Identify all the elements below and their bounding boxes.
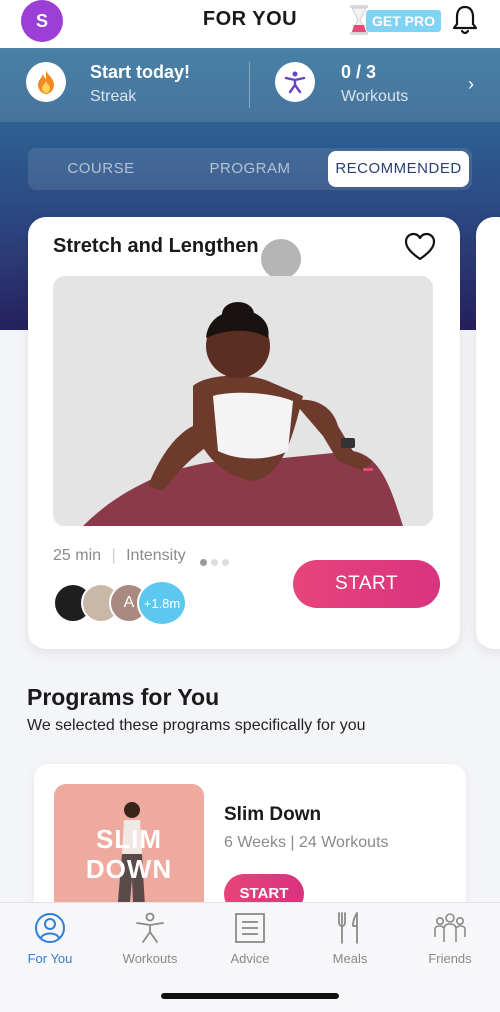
nav-label: Workouts — [122, 951, 178, 966]
participant-count: +1.8m — [143, 595, 181, 611]
workout-photo — [53, 276, 433, 526]
workout-title: Stretch and Lengthen — [53, 235, 259, 257]
nav-workouts[interactable]: Workouts — [100, 911, 200, 966]
program-card[interactable]: SLIM DOWN Slim Down 6 Weeks | 24 Workout… — [34, 764, 466, 924]
top-header: S FOR YOU GET PRO — [0, 0, 500, 48]
program-thumb-label: SLIM DOWN — [85, 824, 173, 884]
for-you-icon — [35, 913, 65, 943]
featured-workout-card[interactable]: Stretch and Lengthen 25 min | Intensity — [28, 217, 460, 649]
stats-divider — [249, 62, 250, 108]
heart-icon[interactable] — [404, 232, 436, 262]
participant-avatars[interactable]: A +1.8m — [53, 580, 193, 626]
chevron-right-icon: › — [468, 74, 474, 94]
streak-label: Streak — [90, 88, 137, 105]
person-workout-icon — [275, 62, 315, 102]
meals-icon — [338, 912, 358, 944]
intensity-dots — [200, 553, 233, 571]
workout-meta: 25 min | Intensity — [53, 547, 186, 565]
get-pro-button[interactable]: GET PRO — [348, 4, 442, 36]
participant-initial: A — [123, 594, 135, 611]
start-workout-button[interactable]: START — [293, 560, 440, 608]
meta-separator: | — [111, 547, 116, 564]
nav-label: For You — [27, 951, 73, 966]
intensity-dot — [222, 559, 229, 566]
bell-icon[interactable] — [450, 4, 480, 36]
next-card-peek[interactable] — [476, 217, 500, 649]
woman-stretching-illustration — [53, 276, 433, 526]
get-pro-label: GET PRO — [366, 10, 442, 32]
workout-duration: 25 min — [53, 547, 102, 564]
nav-label: Meals — [332, 951, 368, 966]
tab-course[interactable]: COURSE — [28, 148, 174, 190]
workouts-label: Workouts — [341, 88, 409, 105]
intensity-label: Intensity — [126, 547, 186, 564]
flame-icon — [26, 62, 66, 102]
participant-count-badge: +1.8m — [137, 580, 187, 626]
nav-advice[interactable]: Advice — [200, 911, 300, 966]
stats-bar[interactable]: Start today! Streak 0 / 3 Workouts › — [0, 48, 500, 122]
touch-indicator — [261, 239, 301, 279]
workouts-icon — [136, 912, 164, 943]
advice-icon — [235, 913, 265, 943]
program-name: Slim Down — [224, 804, 322, 825]
intensity-dot — [211, 559, 218, 566]
programs-section-title: Programs for You — [27, 684, 220, 710]
nav-label: Friends — [428, 951, 472, 966]
tab-recommended[interactable]: RECOMMENDED — [328, 151, 469, 187]
program-meta: 6 Weeks | 24 Workouts — [224, 834, 389, 851]
streak-main-text: Start today! — [90, 62, 191, 82]
friends-icon — [434, 913, 466, 942]
home-indicator[interactable] — [161, 993, 339, 999]
workouts-count: 0 / 3 — [341, 62, 377, 82]
programs-section-subtitle: We selected these programs specifically … — [27, 717, 366, 734]
nav-for-you[interactable]: For You — [0, 911, 100, 966]
segmented-control: COURSE PROGRAM RECOMMENDED — [28, 148, 472, 190]
nav-meals[interactable]: Meals — [300, 911, 400, 966]
nav-label: Advice — [230, 951, 270, 966]
intensity-dot — [200, 559, 207, 566]
tab-program[interactable]: PROGRAM — [176, 148, 324, 190]
nav-friends[interactable]: Friends — [400, 911, 500, 966]
